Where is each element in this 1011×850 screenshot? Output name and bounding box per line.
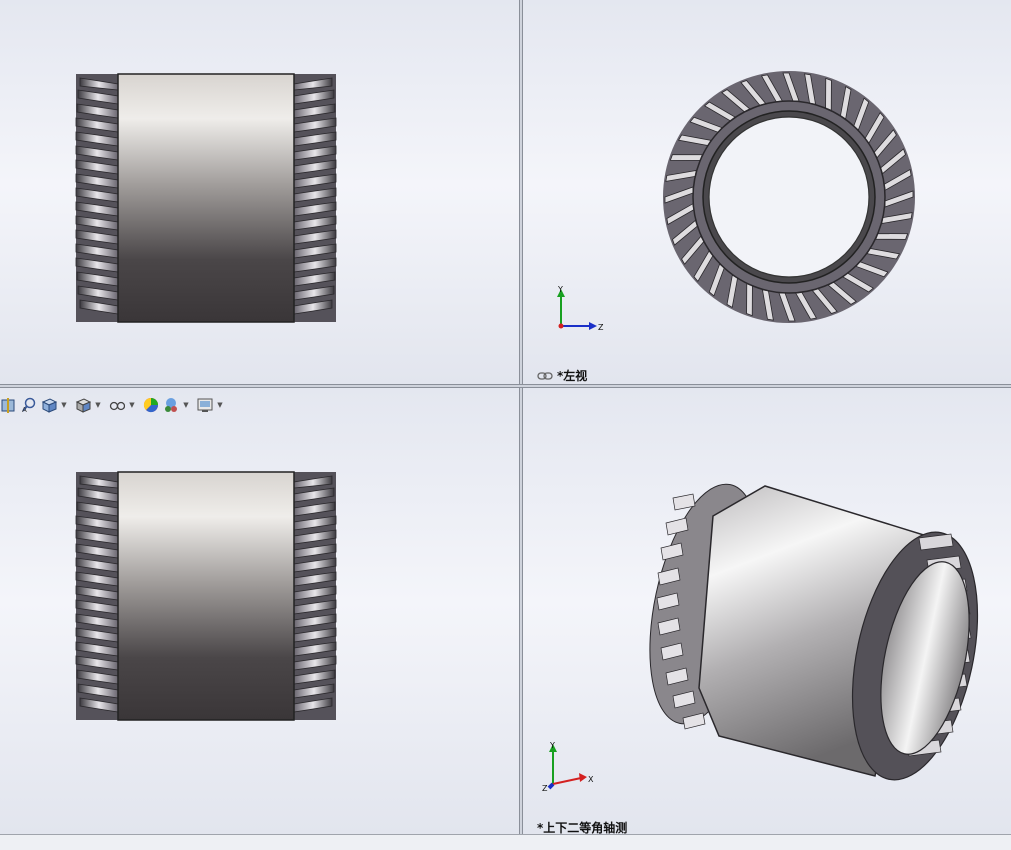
viewport-splitter-vertical[interactable] [519,0,523,834]
viewport-top-right[interactable]: Y Z *左视 [523,0,1011,384]
view-label-isometric: *上下二等角轴测 [537,821,628,834]
link-icon [537,370,553,384]
triad-iso-x-label: X [588,775,594,784]
viewport-bottom-left[interactable]: A ▼ ▼ ▼ ▼ ▼ [0,388,519,834]
triad-y-label: Y [557,286,563,294]
viewport-bottom-right[interactable]: Y X Z *上下二等角轴测 [523,388,1011,834]
coordinate-triad: Y Z [557,286,604,332]
triad-iso-y-label: Y [549,741,555,750]
triad-z-label: Z [598,323,604,332]
view-label-left: *左视 [537,367,587,384]
triad-iso-z-label: Z [542,784,548,792]
viewport-splitter-horizontal[interactable] [0,384,1011,388]
viewport-top-left[interactable] [0,0,519,384]
coordinate-triad-iso: Y X Z [542,741,594,792]
gear-front-view [75,73,337,323]
gear-top-view [75,471,337,721]
status-bar [0,834,1011,850]
